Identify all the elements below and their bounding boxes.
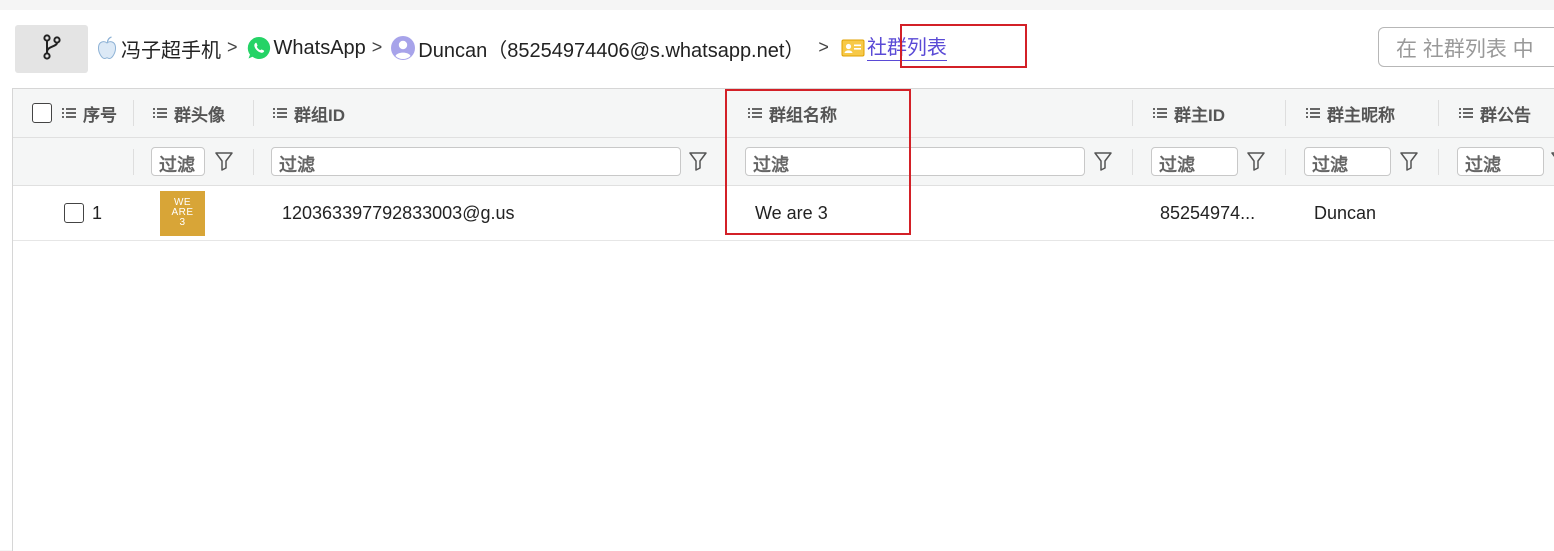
row-index: 1 <box>92 202 103 223</box>
column-header-index[interactable]: 序号 <box>32 89 117 137</box>
column-header-label: 群头像 <box>174 105 225 125</box>
column-divider <box>725 149 726 175</box>
list-icon <box>62 107 76 119</box>
filter-icon[interactable] <box>689 151 707 176</box>
data-table: 序号 群头像 群组ID 群组名称 群主ID 群主昵称 群公告 过滤 过滤 过滤 … <box>12 88 1554 551</box>
filter-icon[interactable] <box>1094 151 1112 176</box>
breadcrumb-highlight-box <box>900 24 1027 68</box>
page: 冯子超手机 > WhatsApp > Duncan（85254974406@s.… <box>0 10 1554 551</box>
filter-icon[interactable] <box>1247 151 1265 176</box>
select-all-checkbox[interactable] <box>32 103 52 123</box>
list-icon <box>153 107 167 119</box>
apple-icon <box>95 35 119 61</box>
list-icon <box>748 107 762 119</box>
breadcrumb-item-device[interactable]: 冯子超手机 <box>95 34 221 63</box>
column-header-owner-id[interactable]: 群主ID <box>1153 89 1225 137</box>
column-header-avatar[interactable]: 群头像 <box>153 89 225 137</box>
column-divider <box>1438 100 1439 126</box>
filter-input-group-id[interactable]: 过滤 <box>271 147 681 176</box>
column-divider <box>253 100 254 126</box>
list-icon <box>1306 107 1320 119</box>
filter-row: 过滤 过滤 过滤 过滤 过滤 过滤 <box>13 138 1554 186</box>
breadcrumb-item-account[interactable]: Duncan（85254974406@s.whatsapp.net） <box>390 34 804 63</box>
column-divider <box>1132 149 1133 175</box>
search-input[interactable]: 在 社群列表 中 <box>1378 27 1554 67</box>
filter-input-owner-id[interactable]: 过滤 <box>1151 147 1238 176</box>
filter-input-avatar[interactable]: 过滤 <box>151 147 205 176</box>
list-icon <box>1459 107 1473 119</box>
breadcrumb-item-whatsapp[interactable]: WhatsApp <box>246 35 366 61</box>
cell-group-id: 120363397792833003@g.us <box>282 202 515 223</box>
column-divider <box>1132 100 1133 126</box>
column-header-announcement[interactable]: 群公告 <box>1459 89 1531 137</box>
branch-icon <box>42 33 62 65</box>
list-icon <box>1153 107 1167 119</box>
breadcrumb-bar: 冯子超手机 > WhatsApp > Duncan（85254974406@s.… <box>0 10 1554 88</box>
column-divider <box>1285 100 1286 126</box>
filter-input-group-name[interactable]: 过滤 <box>745 147 1085 176</box>
filter-icon[interactable] <box>215 151 233 176</box>
column-header-label: 群组ID <box>294 105 345 125</box>
column-header-label: 群公告 <box>1480 105 1531 125</box>
cell-owner-id: 85254974... <box>1160 202 1256 223</box>
column-divider <box>1285 149 1286 175</box>
breadcrumb-label: 冯子超手机 <box>121 39 221 62</box>
filter-input-announcement[interactable]: 过滤 <box>1457 147 1544 176</box>
breadcrumb-label: Duncan（85254974406@s.whatsapp.net） <box>418 39 805 62</box>
cell-avatar: WE ARE 3 <box>160 186 205 240</box>
breadcrumb-separator: > <box>818 36 829 57</box>
list-icon <box>273 107 287 119</box>
column-header-label: 群组名称 <box>769 105 837 125</box>
branch-button[interactable] <box>15 25 88 73</box>
filter-input-owner-nickname[interactable]: 过滤 <box>1304 147 1391 176</box>
column-divider <box>1438 149 1439 175</box>
table-header: 序号 群头像 群组ID 群组名称 群主ID 群主昵称 群公告 <box>13 89 1554 138</box>
column-header-owner-nickname[interactable]: 群主昵称 <box>1306 89 1395 137</box>
column-header-label: 群主ID <box>1174 105 1225 125</box>
cell-owner-nickname: Duncan <box>1314 202 1377 223</box>
group-avatar[interactable]: WE ARE 3 <box>160 190 205 236</box>
column-divider <box>133 149 134 175</box>
column-divider <box>133 100 134 126</box>
user-icon <box>390 35 416 61</box>
column-header-group-name[interactable]: 群组名称 <box>748 89 837 137</box>
column-header-label: 群主昵称 <box>1327 105 1395 125</box>
breadcrumb-separator: > <box>371 36 383 57</box>
contact-card-icon <box>841 37 865 59</box>
whatsapp-icon <box>246 35 272 61</box>
column-header-group-id[interactable]: 群组ID <box>273 89 345 137</box>
breadcrumb-separator: > <box>227 36 238 57</box>
row-checkbox[interactable] <box>64 203 84 223</box>
breadcrumb: 冯子超手机 > WhatsApp > Duncan（85254974406@s.… <box>95 30 947 66</box>
column-header-label: 序号 <box>83 105 117 125</box>
cell-index: 1 <box>64 186 102 240</box>
breadcrumb-label: WhatsApp <box>273 36 366 59</box>
cell-group-name: We are 3 <box>755 202 828 223</box>
column-divider <box>253 149 254 175</box>
avatar-text: 3 <box>179 217 186 228</box>
table-row[interactable]: 1 WE ARE 3 120363397792833003@g.us We ar… <box>13 186 1554 241</box>
filter-icon[interactable] <box>1400 151 1418 176</box>
